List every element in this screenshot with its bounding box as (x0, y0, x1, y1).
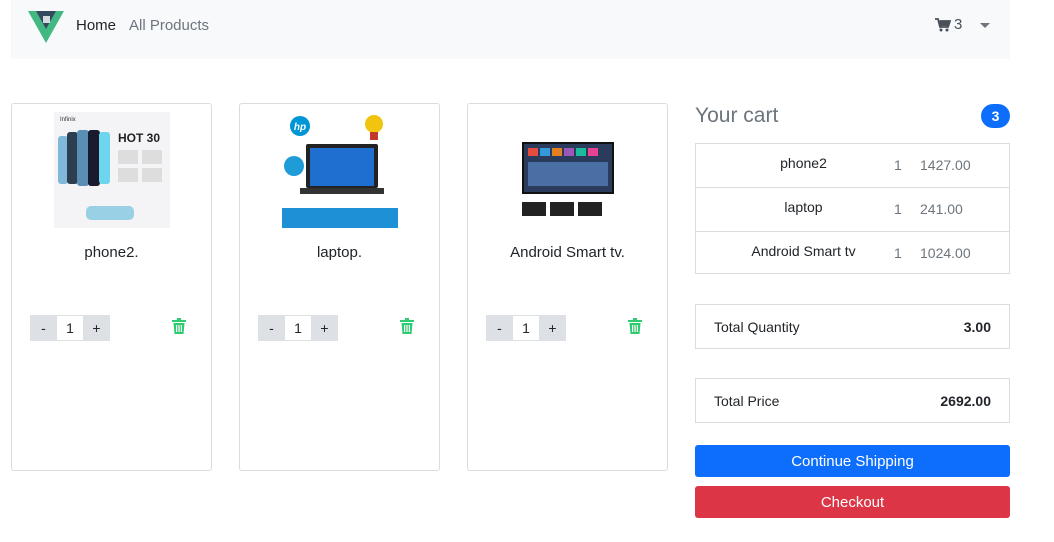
product-image-brand: hp (294, 122, 306, 133)
trash-icon[interactable] (172, 318, 186, 334)
checkout-button[interactable]: Checkout (695, 486, 1010, 518)
increase-button[interactable]: + (83, 315, 110, 341)
cart-item-name: laptop (784, 199, 823, 215)
quantity-value: 1 (513, 315, 539, 341)
nav-cart-button[interactable]: 3 (935, 16, 962, 33)
quantity-stepper: - 1 + (30, 315, 110, 341)
quantity-stepper: - 1 + (258, 315, 338, 341)
logo-icon[interactable] (28, 9, 64, 45)
navbar: Home All Products 3 (11, 0, 1010, 59)
quantity-value: 1 (285, 315, 311, 341)
total-quantity-box: Total Quantity 3.00 (695, 304, 1010, 349)
trash-icon[interactable] (400, 318, 414, 334)
decrease-button[interactable]: - (30, 315, 57, 341)
nav-home-link[interactable]: Home (76, 17, 116, 34)
increase-button[interactable]: + (539, 315, 566, 341)
cart-list: phone2 1 1427.00 laptop 1 241.00 Android… (695, 143, 1010, 274)
trash-icon[interactable] (628, 318, 642, 334)
quantity-stepper: - 1 + (486, 315, 566, 341)
cart-item: laptop 1 241.00 (696, 188, 1009, 232)
product-title: phone2. (84, 244, 139, 261)
nav-all-products-link[interactable]: All Products (129, 17, 209, 34)
cart-item-qty: 1 (894, 201, 902, 217)
total-quantity-value: 3.00 (963, 319, 991, 335)
nav-cart-count: 3 (954, 16, 963, 33)
cart-item-qty: 1 (894, 245, 902, 261)
product-card: Android Smart tv. - 1 + (467, 103, 668, 471)
cart-item: Android Smart tv 1 1024.00 (696, 232, 1009, 276)
cart-item-name: Android Smart tv (751, 243, 856, 259)
cart-item-qty: 1 (894, 157, 902, 173)
continue-shipping-button[interactable]: Continue Shipping (695, 445, 1010, 477)
product-image: hp (282, 112, 398, 228)
product-image-model: HOT 30 (118, 131, 160, 145)
dropdown-caret-icon[interactable] (980, 23, 990, 28)
quantity-value: 1 (57, 315, 83, 341)
cart-item-price: 1427.00 (920, 157, 971, 173)
product-card: Infinix HOT 30 phone2. - 1 + (11, 103, 212, 471)
total-price-box: Total Price 2692.00 (695, 378, 1010, 423)
product-title: Android Smart tv. (510, 244, 625, 261)
decrease-button[interactable]: - (258, 315, 285, 341)
cart-icon (935, 17, 951, 31)
product-title: laptop. (316, 244, 363, 261)
decrease-button[interactable]: - (486, 315, 513, 341)
product-image (510, 112, 626, 228)
total-price-value: 2692.00 (940, 393, 991, 409)
cart-item-price: 1024.00 (920, 245, 971, 261)
cart-item-price: 241.00 (920, 201, 963, 217)
cart-item: phone2 1 1427.00 (696, 144, 1009, 188)
total-quantity-label: Total Quantity (714, 319, 800, 335)
product-image-brand: Infinix (60, 117, 76, 123)
increase-button[interactable]: + (311, 315, 338, 341)
cart-title: Your cart (695, 104, 779, 127)
product-image: Infinix HOT 30 (54, 112, 170, 228)
cart-count-badge: 3 (981, 104, 1010, 128)
cart-item-name: phone2 (780, 155, 827, 171)
product-card: hp laptop. - 1 + (239, 103, 440, 471)
total-price-label: Total Price (714, 393, 780, 409)
